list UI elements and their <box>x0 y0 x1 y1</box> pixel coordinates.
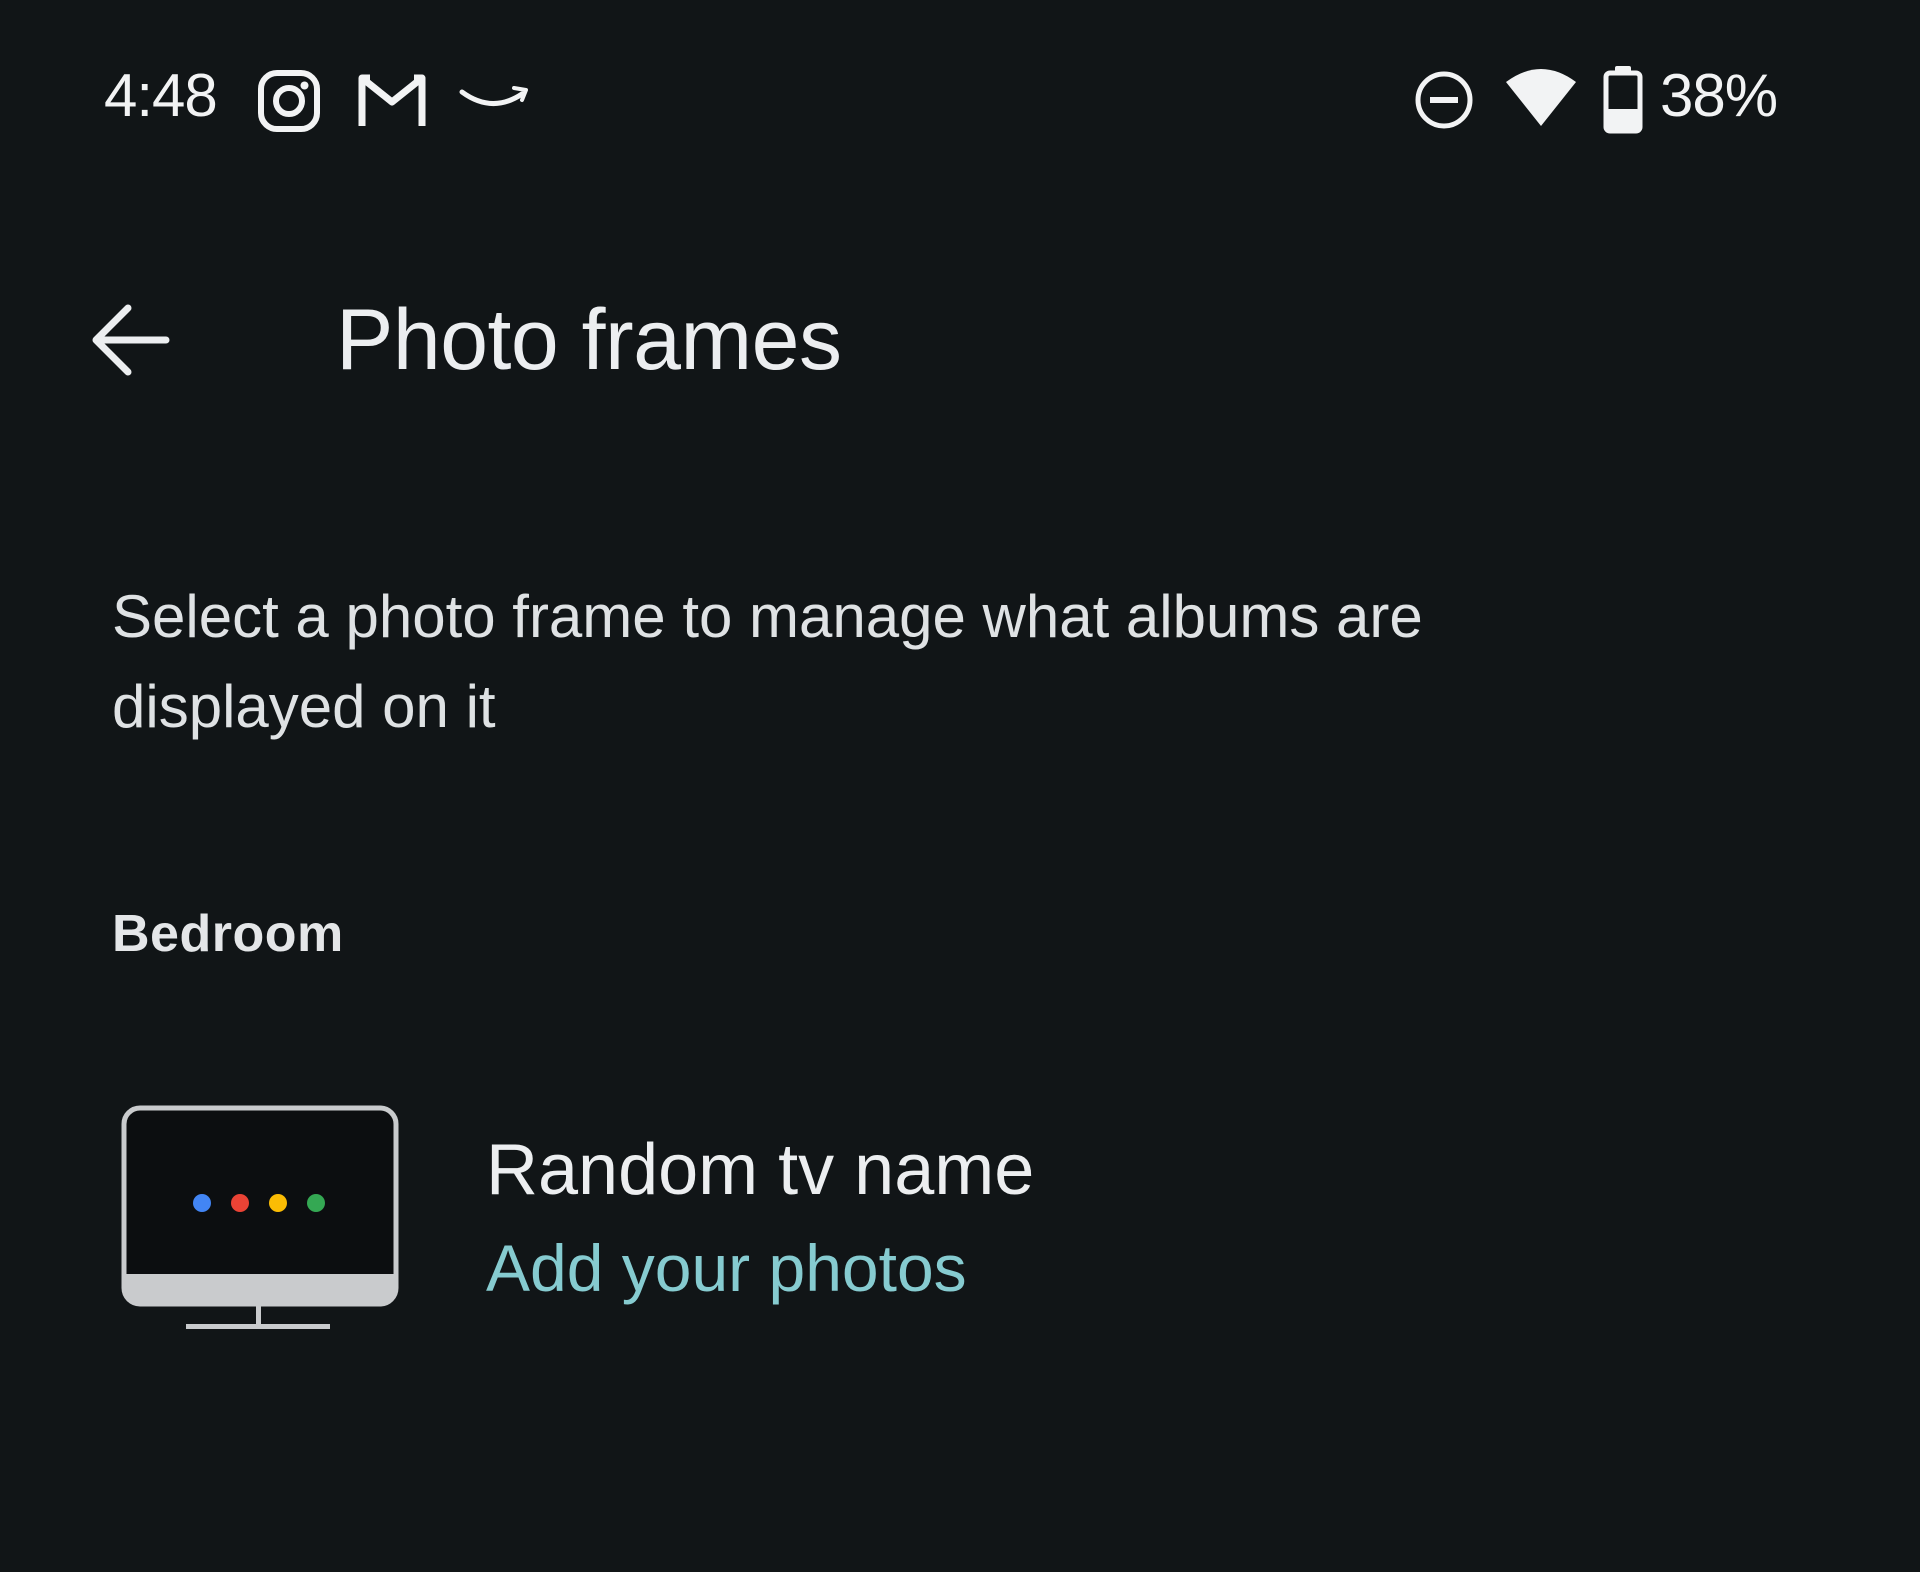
arrow-back-icon <box>92 304 170 376</box>
device-name: Random tv name <box>486 1130 1035 1210</box>
page-title: Photo frames <box>336 292 842 388</box>
instagram-icon <box>258 70 320 132</box>
battery-icon <box>1603 66 1643 134</box>
back-button[interactable] <box>70 280 190 400</box>
green-dot <box>307 1194 325 1212</box>
page-description: Select a photo frame to manage what albu… <box>112 583 1423 740</box>
battery-percent: 38% <box>1660 62 1778 129</box>
status-bar: 4:48 38% <box>0 0 1920 190</box>
yellow-dot <box>269 1194 287 1212</box>
red-dot <box>231 1194 249 1212</box>
section-header-bedroom: Bedroom <box>112 905 344 963</box>
battery-fill <box>1606 108 1640 131</box>
gmail-icon <box>358 74 426 126</box>
wifi-icon <box>1506 69 1576 126</box>
status-time: 4:48 <box>104 62 218 129</box>
amazon-icon <box>459 86 528 106</box>
tv-display-icon <box>121 1105 399 1329</box>
do-not-disturb-icon <box>1415 71 1473 129</box>
device-item-random-tv[interactable]: Random tv name Add your photos <box>100 1090 1820 1350</box>
photo-frames-screen: 4:48 38% Photo frames Select a photo fra… <box>0 0 1920 1572</box>
add-photos-link[interactable]: Add your photos <box>486 1228 967 1308</box>
blue-dot <box>193 1194 211 1212</box>
